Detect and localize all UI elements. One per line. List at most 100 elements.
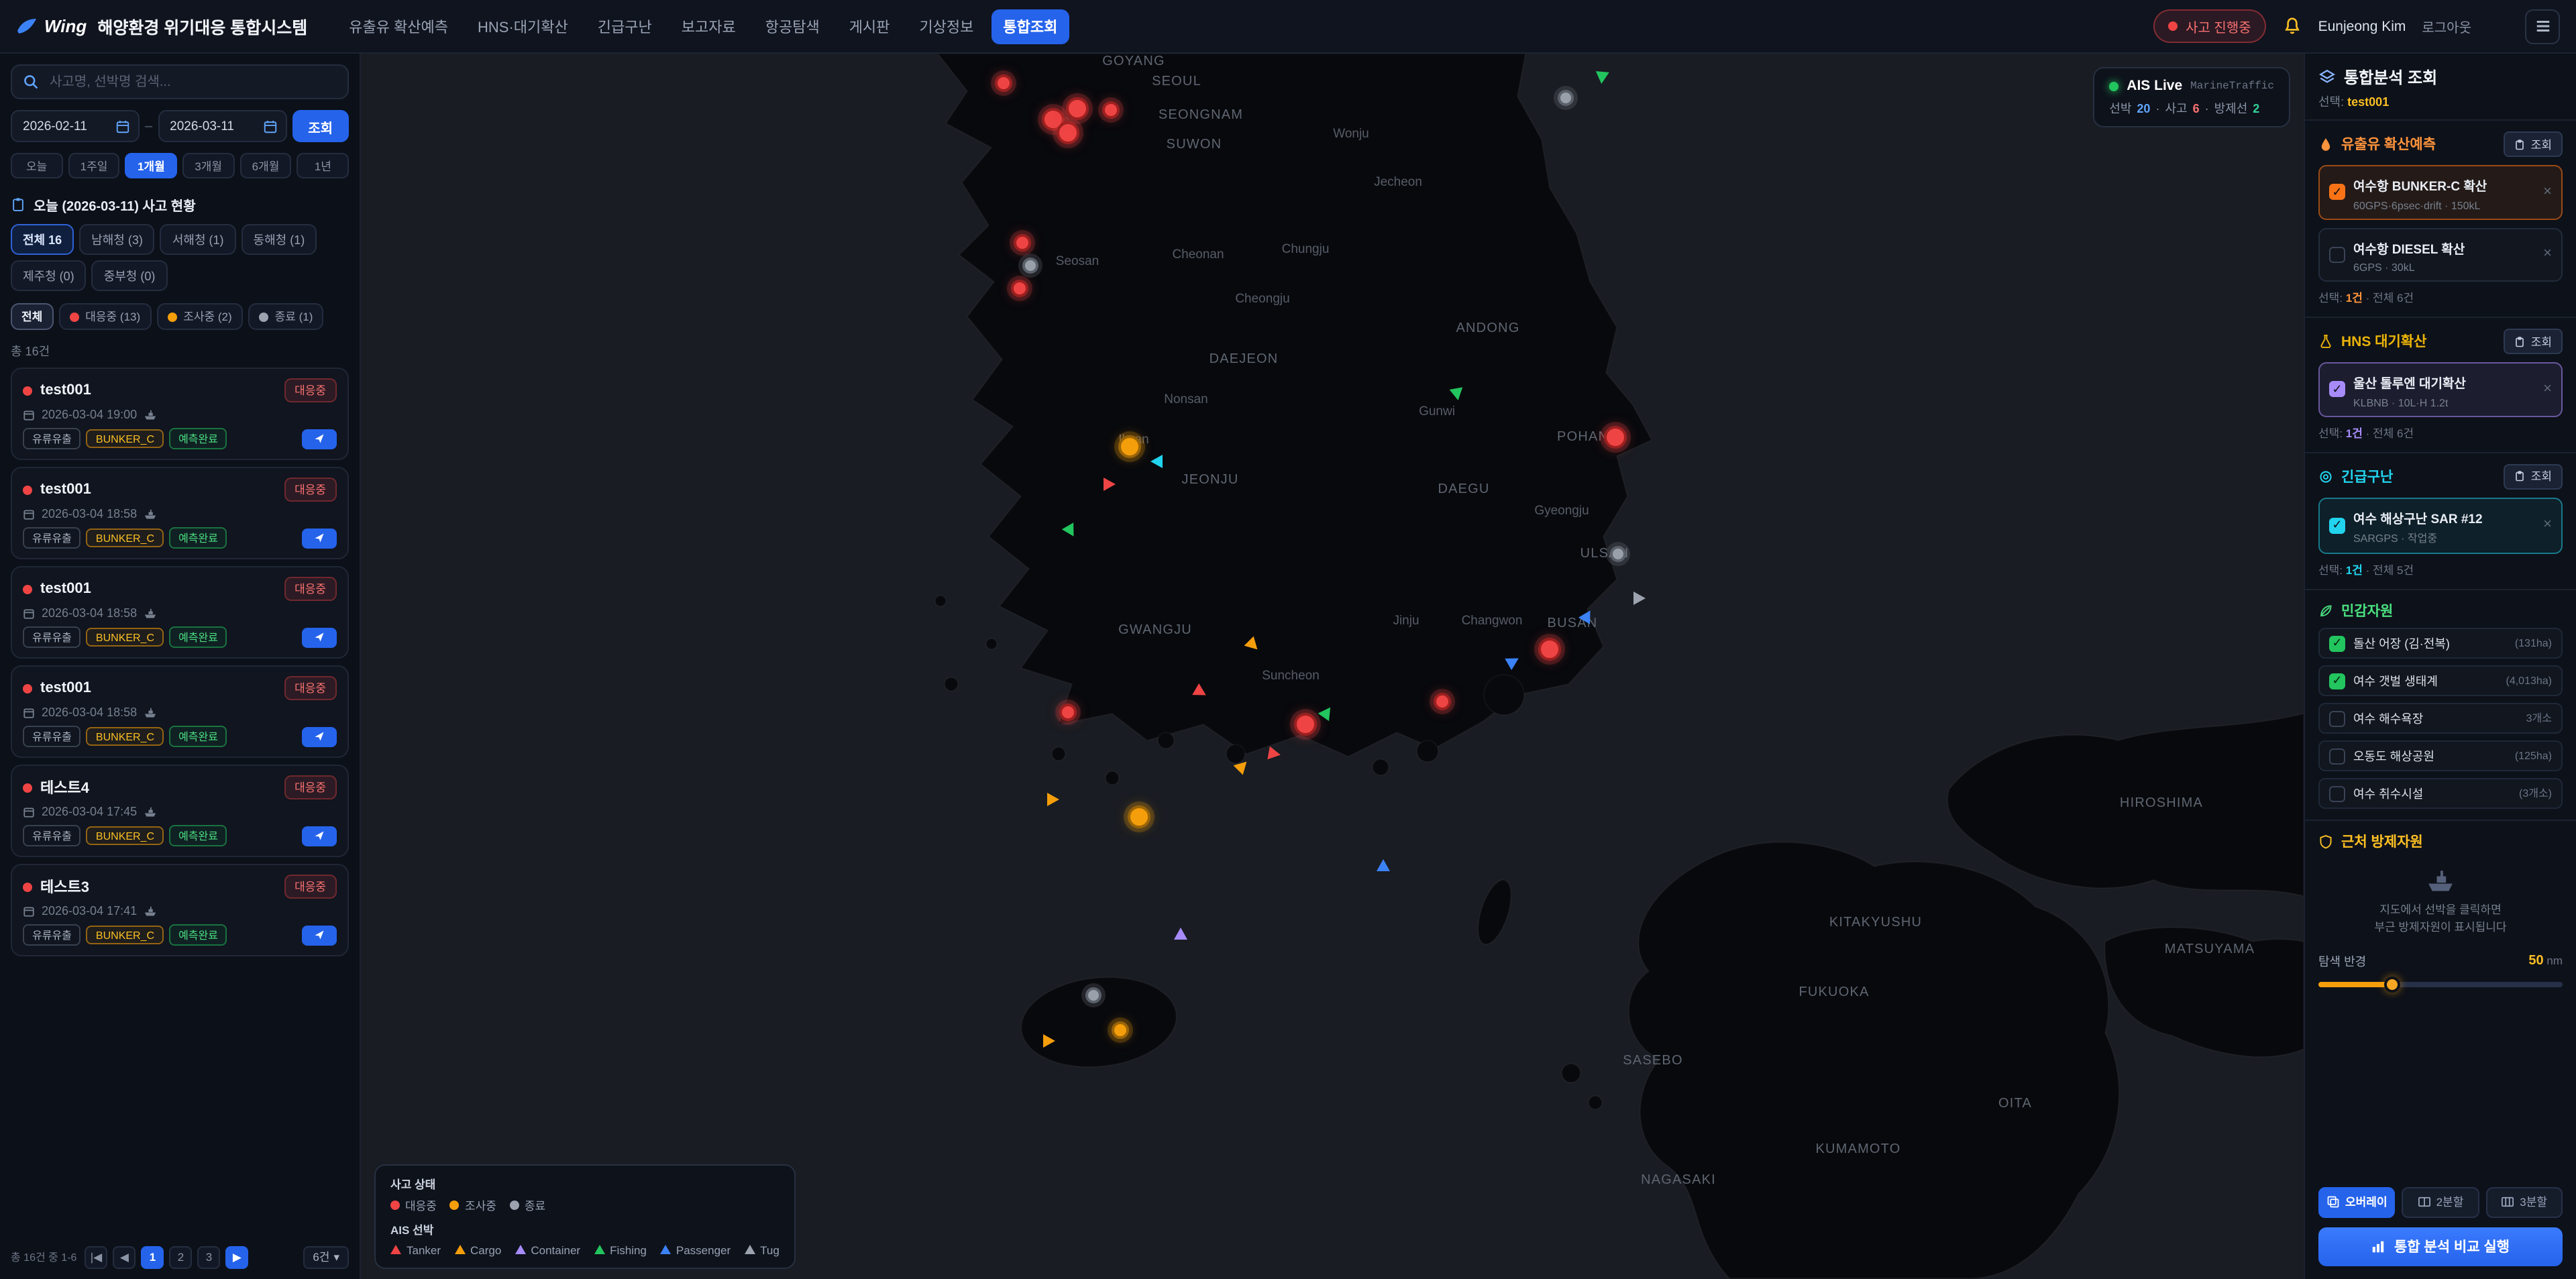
ship-marker-container[interactable] (1174, 928, 1187, 940)
ship-marker-cargo[interactable] (1047, 793, 1059, 806)
page-button-1[interactable]: 1 (141, 1245, 164, 1268)
checkbox-checked[interactable]: ✓ (2329, 518, 2345, 534)
incident-marker-responding[interactable] (1538, 638, 1561, 661)
incident-locate-button[interactable] (302, 627, 337, 647)
checkbox-checked[interactable]: ✓ (2329, 635, 2345, 651)
incident-card[interactable]: test001대응중 2026-03-04 18:58 유류유출BUNKER_C… (11, 665, 349, 758)
incident-marker-responding[interactable] (1059, 704, 1077, 721)
date-from-input[interactable] (20, 117, 109, 135)
region-chip-all[interactable]: 전체 16 (11, 224, 74, 255)
incident-marker-responding[interactable] (1057, 121, 1079, 144)
ship-marker-tanker[interactable] (1267, 746, 1281, 762)
ship-marker-tug[interactable] (1633, 592, 1646, 605)
incident-card[interactable]: test001대응중 2026-03-04 18:58 유류유출BUNKER_C… (11, 566, 349, 659)
resource-item[interactable]: ✓돌산 어장 (김·전복)(131ha) (2318, 628, 2563, 659)
incident-in-progress-badge[interactable]: 사고 진행중 (2153, 9, 2266, 43)
status-chip-investigating[interactable]: 조사중 (2) (156, 303, 242, 330)
slider-thumb[interactable] (2383, 977, 2400, 993)
rescue-query-button[interactable]: 조회 (2504, 463, 2563, 489)
region-chip-namhae[interactable]: 남해청 (3) (79, 224, 155, 255)
range-today[interactable]: 오늘 (11, 153, 62, 178)
calendar-icon[interactable] (115, 119, 130, 133)
simulation-item[interactable]: 여수항 DIESEL 확산6GPS · 30kL × (2318, 227, 2563, 282)
incident-marker-investigating[interactable] (1128, 805, 1150, 828)
incident-locate-button[interactable] (302, 826, 337, 846)
ship-marker-tug[interactable] (1150, 455, 1163, 468)
search-input[interactable] (47, 73, 337, 91)
date-to-input[interactable] (167, 117, 256, 135)
incident-marker-closed[interactable] (1558, 90, 1574, 106)
prev-page-button[interactable]: ◀ (113, 1245, 136, 1268)
resource-item[interactable]: 여수 취수시설(3개소) (2318, 778, 2563, 809)
run-analysis-button[interactable]: 통합 분석 비교 실행 (2318, 1227, 2563, 1266)
oil-query-button[interactable]: 조회 (2504, 131, 2563, 157)
checkbox-checked[interactable]: ✓ (2329, 184, 2345, 201)
ship-marker-cargo[interactable] (1043, 1034, 1055, 1048)
incident-locate-button[interactable] (302, 925, 337, 945)
radius-slider[interactable] (2318, 983, 2563, 988)
first-page-button[interactable]: |◀ (85, 1245, 107, 1268)
incident-locate-button[interactable] (302, 528, 337, 548)
resource-item[interactable]: 여수 해수욕장3개소 (2318, 703, 2563, 734)
incident-marker-closed[interactable] (1610, 546, 1626, 562)
checkbox-unchecked[interactable] (2329, 247, 2345, 263)
incident-marker-responding[interactable] (1011, 280, 1028, 297)
nav-item-reports[interactable]: 보고자료 (669, 9, 748, 44)
date-query-button[interactable]: 조회 (292, 110, 349, 142)
status-chip-all[interactable]: 전체 (11, 303, 53, 330)
simulation-item[interactable]: ✓ 여수항 BUNKER-C 확산60GPS·6psec·drift · 150… (2318, 165, 2563, 219)
checkbox-unchecked[interactable] (2329, 710, 2345, 726)
calendar-icon[interactable] (262, 119, 277, 133)
hns-query-button[interactable]: 조회 (2504, 329, 2563, 354)
view-split3-button[interactable]: 3분할 (2485, 1186, 2563, 1217)
page-size-select[interactable]: 6건▾ (303, 1245, 349, 1268)
incident-marker-responding[interactable] (1294, 713, 1317, 736)
map-canvas[interactable]: GOYANG SEOUL SEONGNAM SUWON Wonju Jecheo… (361, 54, 2304, 1279)
incident-card[interactable]: test001대응중 2026-03-04 18:58 유류유출BUNKER_C… (11, 467, 349, 559)
view-split2-button[interactable]: 2분할 (2402, 1186, 2479, 1217)
incident-marker-responding[interactable] (1066, 97, 1089, 120)
nav-item-board[interactable]: 게시판 (837, 9, 902, 44)
ship-marker-tanker[interactable] (1104, 478, 1116, 491)
range-1month[interactable]: 1개월 (125, 153, 177, 178)
checkbox-checked[interactable]: ✓ (2329, 673, 2345, 689)
checkbox-unchecked[interactable] (2329, 748, 2345, 764)
incident-locate-button[interactable] (302, 429, 337, 449)
ship-marker-passenger[interactable] (1377, 859, 1390, 871)
incident-marker-responding[interactable] (1014, 234, 1031, 252)
incident-card[interactable]: 테스트3대응중 2026-03-04 17:41 유류유출BUNKER_C예측완… (11, 864, 349, 956)
incident-marker-investigating[interactable] (1112, 1021, 1129, 1039)
simulation-item[interactable]: ✓ 울산 톨루엔 대기확산KLBNB · 10L·H 1.2t × (2318, 362, 2563, 416)
range-3months[interactable]: 3개월 (182, 153, 234, 178)
region-chip-jungbu[interactable]: 중부청 (0) (92, 260, 168, 291)
incident-marker-investigating[interactable] (1118, 435, 1141, 458)
nav-item-rescue[interactable]: 긴급구난 (586, 9, 664, 44)
checkbox-checked[interactable]: ✓ (2329, 382, 2345, 398)
nav-item-integrated-view[interactable]: 통합조회 (991, 9, 1069, 44)
region-chip-donghae[interactable]: 동해청 (1) (241, 224, 317, 255)
range-6months[interactable]: 6개월 (239, 153, 291, 178)
nav-item-oil-spill[interactable]: 유출유 확산예측 (337, 9, 460, 44)
range-1week[interactable]: 1주일 (68, 153, 119, 178)
resource-item[interactable]: 오동도 해상공원(125ha) (2318, 740, 2563, 771)
logout-button[interactable]: 로그아웃 (2422, 16, 2471, 36)
view-overlay-button[interactable]: 오버레이 (2318, 1186, 2396, 1217)
incident-card[interactable]: test001대응중 2026-03-04 19:00 유류유출BUNKER_C… (11, 368, 349, 460)
region-chip-seohae[interactable]: 서해청 (1) (160, 224, 236, 255)
notifications-bell-icon[interactable] (2282, 16, 2302, 36)
incident-marker-responding[interactable] (1604, 426, 1627, 449)
page-button-3[interactable]: 3 (197, 1245, 220, 1268)
close-icon[interactable]: × (2543, 185, 2552, 200)
nav-item-weather[interactable]: 기상정보 (907, 9, 985, 44)
status-chip-closed[interactable]: 종료 (1) (248, 303, 324, 330)
incident-card[interactable]: 테스트4대응중 2026-03-04 17:45 유류유출BUNKER_C예측완… (11, 765, 349, 857)
nav-item-aerial-search[interactable]: 항공탐색 (753, 9, 832, 44)
page-button-2[interactable]: 2 (169, 1245, 192, 1268)
incident-marker-closed[interactable] (1085, 987, 1102, 1003)
close-icon[interactable]: × (2543, 518, 2552, 533)
incident-marker-closed[interactable] (1022, 258, 1038, 274)
ship-marker-fishing[interactable] (1595, 71, 1609, 85)
nav-item-hns[interactable]: HNS·대기확산 (466, 9, 580, 44)
close-icon[interactable]: × (2543, 247, 2552, 262)
menu-button[interactable] (2525, 9, 2560, 44)
